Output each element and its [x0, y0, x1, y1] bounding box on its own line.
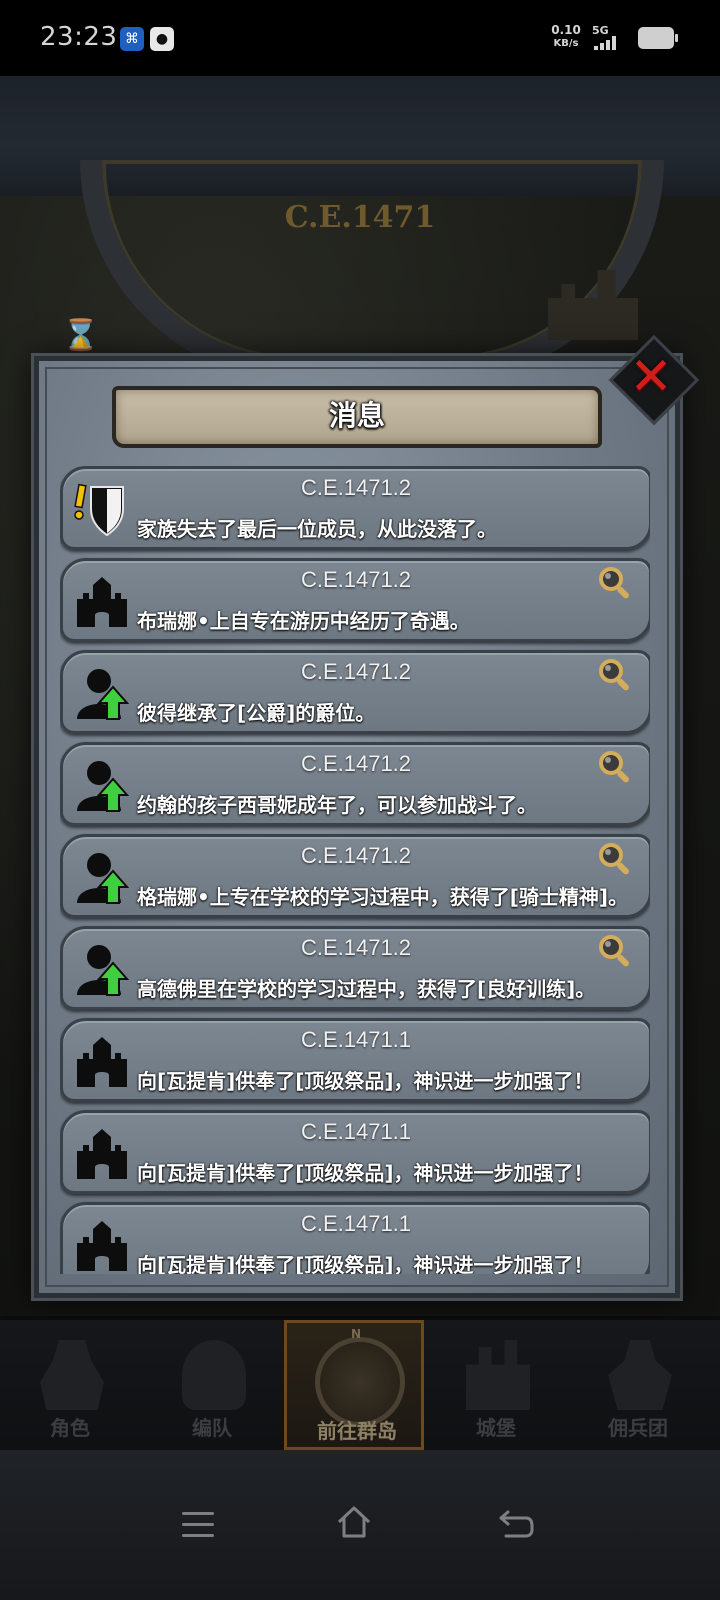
compass-icon [315, 1337, 405, 1427]
castle-icon [466, 1340, 530, 1410]
message-date: C.E.1471.2 [300, 567, 412, 592]
signal-icon [594, 36, 624, 50]
mercenary-icon [608, 1340, 672, 1410]
nav-item-formation[interactable]: 编队 [142, 1320, 282, 1450]
message-item[interactable]: C.E.1471.2 格瑞娜•上专在学校的学习过程中，获得了[骑士精神]。 [60, 834, 650, 918]
nav-item-islands[interactable]: N 前往群岛 [284, 1320, 424, 1450]
message-text: 家族失去了最后一位成员，从此没落了。 [137, 517, 497, 541]
dialog-title: 消息 [328, 399, 385, 432]
message-text: 约翰的孩子西哥妮成年了，可以参加战斗了。 [137, 793, 537, 817]
message-text: 向[瓦提肯]供奉了[顶级祭品]，神识进一步加强了！ [137, 1069, 594, 1093]
message-item[interactable]: C.E.1471.1 向[瓦提肯]供奉了[顶级祭品]，神识进一步加强了！ [60, 1202, 650, 1274]
nav-label: 城堡 [476, 1416, 516, 1440]
calendar-year: C.E.1471 [284, 200, 436, 235]
network-speed-value: 0.10 [551, 23, 581, 37]
status-bar: 23:23 ⌘ ● 0.10 KB/s 5G [0, 0, 720, 76]
battery-icon [638, 27, 678, 49]
nav-label: 编队 [192, 1416, 232, 1440]
nav-label: 佣兵团 [608, 1416, 668, 1440]
nav-item-castle[interactable]: 城堡 [426, 1320, 566, 1450]
helmet-icon [182, 1340, 246, 1410]
bottom-nav: 角色 编队 N 前往群岛 城堡 佣兵团 [0, 1320, 720, 1450]
message-text: 格瑞娜•上专在学校的学习过程中，获得了[骑士精神]。 [137, 885, 629, 909]
back-icon[interactable] [498, 1508, 534, 1540]
nav-label: 前往群岛 [317, 1419, 397, 1443]
message-list[interactable]: C.E.1471.2 家族失去了最后一位成员，从此没落了。 C.E.1471.2… [60, 466, 650, 1274]
clock: 23:23 [40, 22, 118, 52]
nav-item-character[interactable]: 角色 [0, 1320, 140, 1450]
message-text: 向[瓦提肯]供奉了[顶级祭品]，神识进一步加强了！ [137, 1253, 594, 1274]
message-date: C.E.1471.2 [300, 843, 412, 868]
network-speed-unit: KB/s [553, 38, 579, 49]
message-text: 向[瓦提肯]供奉了[顶级祭品]，神识进一步加强了！ [137, 1161, 594, 1185]
message-item[interactable]: C.E.1471.2 家族失去了最后一位成员，从此没落了。 [60, 466, 650, 550]
message-date: C.E.1471.2 [300, 935, 412, 960]
menu-icon[interactable] [182, 1512, 214, 1538]
message-date: C.E.1471.2 [300, 751, 412, 776]
network-speed: 0.10 KB/s [548, 24, 584, 50]
app-notification-icon: ⌘ [120, 27, 144, 51]
message-text: 高德佛里在学校的学习过程中，获得了[良好训练]。 [137, 977, 596, 1001]
nav-item-mercenary[interactable]: 佣兵团 [568, 1320, 708, 1450]
message-item[interactable]: C.E.1471.2 高德佛里在学校的学习过程中，获得了[良好训练]。 [60, 926, 650, 1010]
message-date: C.E.1471.1 [300, 1119, 412, 1144]
message-item[interactable]: C.E.1471.1 向[瓦提肯]供奉了[顶级祭品]，神识进一步加强了！ [60, 1018, 650, 1102]
message-item[interactable]: C.E.1471.2 约翰的孩子西哥妮成年了，可以参加战斗了。 [60, 742, 650, 826]
knight-icon [40, 1340, 104, 1410]
message-text: 布瑞娜•上自专在游历中经历了奇遇。 [137, 609, 470, 633]
message-item[interactable]: C.E.1471.1 向[瓦提肯]供奉了[顶级祭品]，神识进一步加强了！ [60, 1110, 650, 1194]
message-date: C.E.1471.1 [300, 1027, 412, 1052]
hourglass-icon: ⌛ [62, 318, 100, 353]
home-icon[interactable] [336, 1504, 372, 1540]
compass-north-label: N [351, 1327, 362, 1341]
close-icon[interactable]: ✕ [622, 348, 680, 406]
message-item[interactable]: C.E.1471.2 布瑞娜•上自专在游历中经历了奇遇。 [60, 558, 650, 642]
message-item[interactable]: C.E.1471.2 彼得继承了[公爵]的爵位。 [60, 650, 650, 734]
message-text: 彼得继承了[公爵]的爵位。 [137, 701, 376, 725]
message-date: C.E.1471.2 [300, 659, 412, 684]
message-date: C.E.1471.2 [300, 475, 412, 500]
message-date: C.E.1471.1 [300, 1211, 412, 1236]
qq-notification-icon: ● [150, 27, 174, 51]
nav-label: 角色 [50, 1416, 90, 1440]
